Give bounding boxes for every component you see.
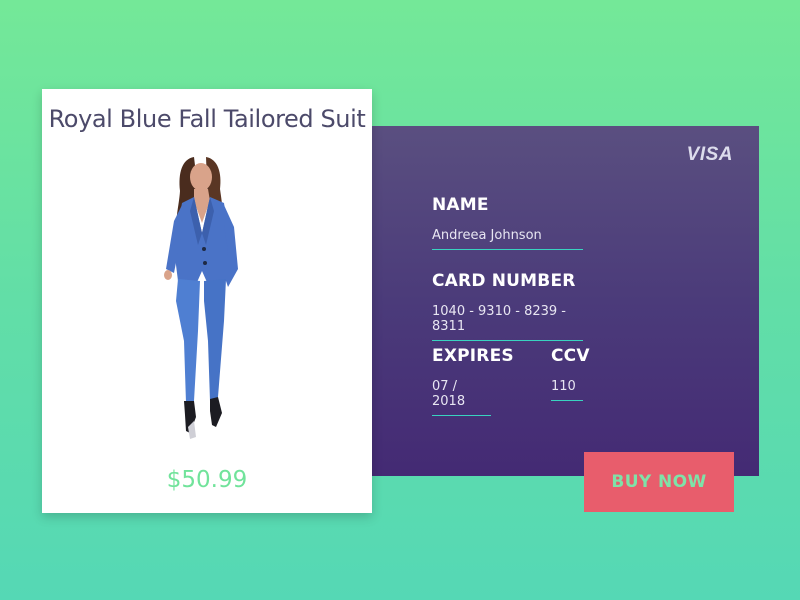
payment-panel: VISA NAME Andreea Johnson CARD NUMBER 10…: [360, 126, 759, 476]
card-number-label: CARD NUMBER: [432, 271, 576, 291]
name-field[interactable]: Andreea Johnson: [432, 228, 583, 250]
product-card: Royal Blue Fall Tailored Suit $50.99: [42, 89, 372, 513]
buy-now-button[interactable]: BUY NOW: [584, 452, 734, 512]
card-number-field[interactable]: 1040 - 9310 - 8239 - 8311: [432, 304, 583, 341]
visa-logo: VISA: [686, 144, 733, 165]
expires-field[interactable]: 07 / 2018: [432, 379, 491, 416]
product-price: $50.99: [166, 467, 248, 493]
product-title: Royal Blue Fall Tailored Suit: [48, 105, 366, 133]
ccv-field[interactable]: 110: [551, 379, 583, 401]
name-label: NAME: [432, 195, 489, 215]
ccv-label: CCV: [551, 346, 590, 366]
expires-label: EXPIRES: [432, 346, 514, 366]
product-image: [164, 157, 238, 439]
